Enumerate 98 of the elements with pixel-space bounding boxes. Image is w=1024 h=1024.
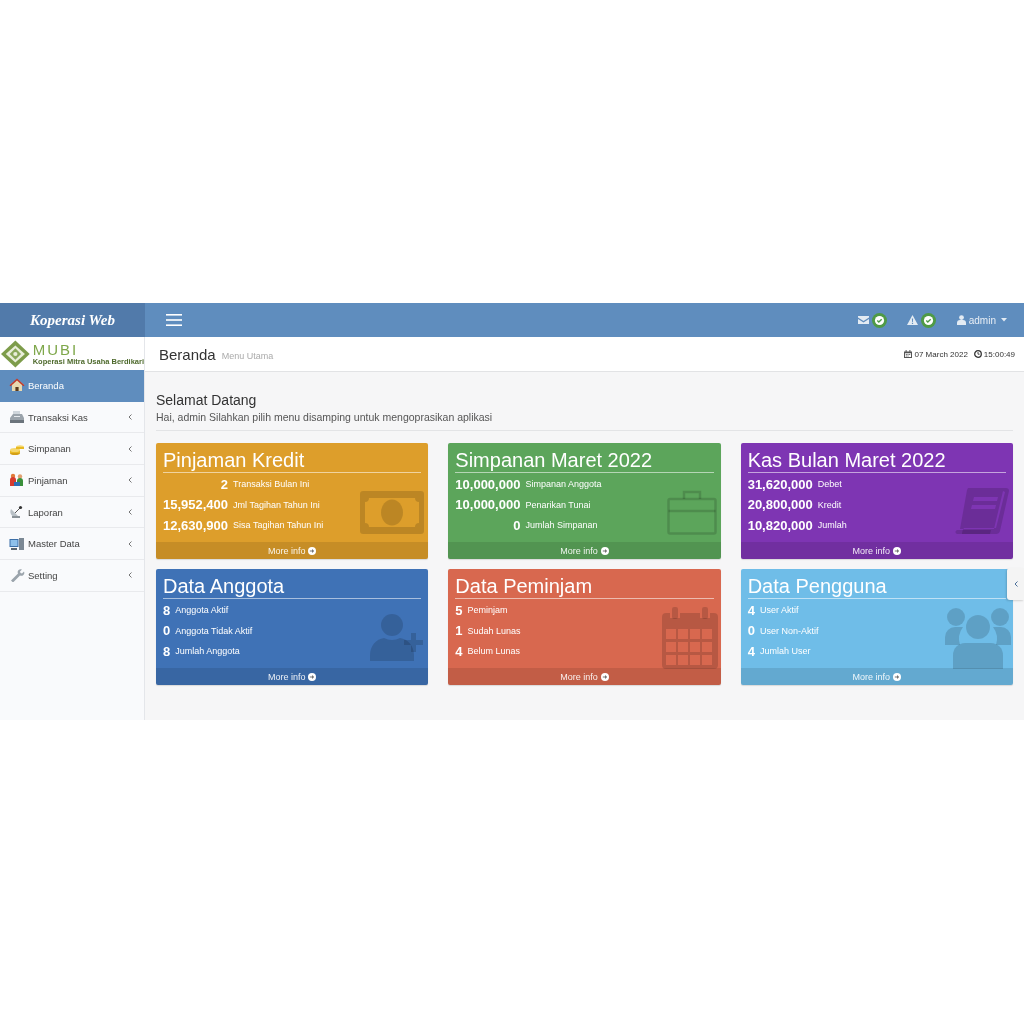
stat-label: Sudah Lunas (467, 625, 521, 636)
stat-label: Kredit (817, 499, 843, 510)
brand-logo[interactable]: Koperasi Web (0, 303, 145, 337)
stat-value: 10,000,000 (455, 476, 521, 492)
stat-value: 4 (747, 602, 755, 618)
caret-icon (1001, 318, 1007, 322)
card-title: Simpanan Maret 2022 (455, 449, 714, 473)
stat-label: Transaksi Bulan Ini (233, 479, 311, 490)
user-icon (956, 315, 966, 325)
calendar-icon (904, 350, 913, 358)
check-badge-icon (920, 312, 936, 328)
more-info-link[interactable]: More info (448, 542, 721, 559)
check-badge-icon (871, 312, 887, 328)
user-plus-icon (370, 613, 426, 661)
arrow-circle-icon (308, 546, 317, 555)
sidebar-toggle-tab[interactable] (1007, 568, 1024, 600)
stat-value: 10,000,000 (455, 497, 521, 513)
chevron-left-icon (128, 509, 132, 516)
envelope-icon[interactable] (857, 316, 869, 324)
stat-label: Anggota Aktif (175, 605, 230, 616)
stat-label: Belum Lunas (467, 646, 521, 657)
chevron-left-icon (1013, 581, 1018, 587)
date-text: 07 March 2022 (914, 349, 968, 359)
briefcase-icon (666, 489, 717, 535)
stat-label: Peminjam (467, 605, 509, 616)
stat-value: 0 (163, 623, 171, 639)
stat-value: 20,800,000 (747, 497, 813, 513)
card-title: Kas Bulan Maret 2022 (747, 449, 1006, 473)
people-icon (9, 473, 25, 488)
arrow-circle-icon (600, 672, 609, 681)
sidebar-item[interactable]: Simpanan (0, 433, 144, 466)
users-icon (945, 607, 1011, 669)
card-title: Data Anggota (163, 575, 422, 599)
stat-label: Simpanan Anggota (525, 479, 602, 490)
chevron-left-icon (128, 540, 132, 547)
stat-value: 1 (455, 623, 463, 639)
sidebar-item[interactable]: Master Data (0, 528, 144, 561)
logo-title: MUBI (32, 341, 80, 357)
more-info-link[interactable]: More info (156, 542, 429, 559)
stat-value: 15,952,400 (163, 497, 229, 513)
card-title: Pinjaman Kredit (163, 449, 422, 473)
sidebar-item[interactable]: Pinjaman (0, 465, 144, 497)
stat-value: 0 (513, 517, 521, 533)
clock-icon (973, 350, 982, 358)
sidebar-item[interactable]: Transaksi Kas (0, 401, 144, 434)
card-title: Data Pengguna (747, 575, 1006, 599)
card-title: Data Peminjam (455, 575, 714, 599)
welcome-title: Selamat Datang (156, 392, 258, 408)
time-text: 15:00:49 (983, 349, 1015, 359)
menu-icon[interactable] (166, 314, 182, 326)
stat-value: 10,820,000 (747, 517, 813, 533)
chevron-left-icon (128, 477, 132, 484)
wrench-icon (9, 568, 25, 583)
arrow-circle-icon (308, 672, 317, 681)
stat-value: 5 (455, 602, 463, 618)
more-info-link[interactable]: More info (448, 668, 721, 685)
stat-value: 8 (163, 602, 171, 618)
stat-value: 4 (455, 643, 463, 659)
arrow-circle-icon (600, 546, 609, 555)
calendar-icon (661, 607, 718, 669)
stat-label: Debet (817, 479, 843, 490)
more-info-link[interactable]: More info (740, 542, 1013, 559)
banknote-icon (360, 491, 425, 534)
stat-value: 12,630,900 (163, 517, 229, 533)
stat-value: 4 (747, 643, 755, 659)
page-title: Beranda (159, 345, 216, 363)
stat-label: Jumlah User (759, 646, 812, 657)
stat-label: Jumlah Anggota (175, 646, 241, 657)
house-icon (9, 378, 25, 393)
stat-value: 8 (163, 643, 171, 659)
stat-value: 2 (220, 476, 229, 492)
chevron-left-icon (128, 572, 132, 579)
chevron-left-icon (128, 445, 132, 452)
stat-label: User Aktif (759, 605, 800, 616)
computer-icon (9, 536, 25, 551)
stat-value: 0 (747, 623, 755, 639)
stat-label: Jml Tagihan Tahun Ini (233, 499, 321, 510)
stat-value: 31,620,000 (747, 476, 813, 492)
stat-label: Jumlah Simpanan (525, 520, 599, 531)
more-info-link[interactable]: More info (156, 668, 429, 685)
stat-label: Sisa Tagihan Tahun Ini (233, 520, 324, 531)
cash-register-icon (9, 410, 25, 425)
sidebar-item[interactable]: Setting (0, 560, 144, 592)
stat-label: Jumlah (817, 520, 847, 531)
stat-label: User Non-Aktif (759, 625, 819, 636)
page-subtitle: Menu Utama (221, 350, 274, 361)
welcome-text: Hai, admin Silahkan pilih menu disamping untuk mengoprasikan aplikasi (156, 411, 494, 424)
sidebar-item[interactable]: Beranda (0, 370, 144, 402)
stat-label: Penarikan Tunai (525, 499, 592, 510)
arrow-circle-icon (893, 672, 902, 681)
diamond-logo-icon (1, 339, 30, 368)
stat-label: Anggota Tidak Aktif (175, 625, 253, 636)
user-menu[interactable]: admin (956, 314, 1007, 326)
warning-icon[interactable] (906, 315, 918, 325)
arrow-circle-icon (893, 546, 902, 555)
satellite-dish-icon (9, 505, 25, 520)
sidebar-item[interactable]: Laporan (0, 496, 144, 529)
chevron-left-icon (128, 414, 132, 421)
